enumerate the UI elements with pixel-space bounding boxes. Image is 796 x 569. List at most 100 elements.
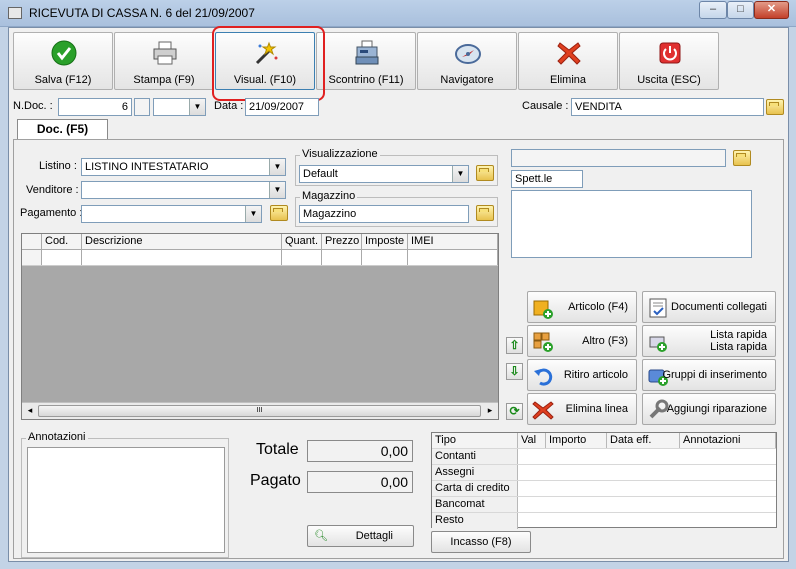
payments-table[interactable]: Tipo Val Importo Data eff. Annotazioni C… bbox=[431, 432, 777, 529]
payments-header: Tipo Val Importo Data eff. Annotazioni bbox=[432, 433, 776, 449]
pagamento-folder-icon[interactable] bbox=[270, 205, 288, 221]
delete-label: Elimina bbox=[549, 74, 587, 86]
table-row[interactable]: Contanti bbox=[432, 449, 776, 465]
listino-label: Listino : bbox=[39, 160, 77, 172]
articolo-button[interactable]: Articolo (F4) bbox=[527, 291, 637, 323]
lista-rapida-button[interactable]: Lista rapida Lista rapida bbox=[642, 325, 776, 357]
navigator-button[interactable]: Navigatore bbox=[417, 32, 517, 90]
delete-x-icon bbox=[532, 401, 554, 420]
customer-field[interactable] bbox=[511, 149, 726, 167]
scroll-right-icon[interactable]: ▸ bbox=[483, 405, 497, 416]
pagamento-label: Pagamento : bbox=[20, 207, 83, 219]
exit-label: Uscita (ESC) bbox=[637, 74, 701, 86]
col-annotazioni[interactable]: Annotazioni bbox=[680, 433, 776, 448]
table-row[interactable]: Assegni bbox=[432, 465, 776, 481]
elimina-linea-label: Elimina linea bbox=[565, 403, 628, 415]
magazzino-field[interactable]: Magazzino bbox=[299, 205, 469, 223]
maximize-button[interactable]: □ bbox=[727, 1, 754, 19]
grid-hscrollbar[interactable]: ◂ III ▸ bbox=[22, 402, 498, 419]
col-imposte[interactable]: Imposte bbox=[362, 234, 408, 249]
table-row[interactable]: Resto bbox=[432, 513, 776, 529]
visualizzazione-value: Default bbox=[303, 168, 338, 180]
table-row[interactable]: Bancomat bbox=[432, 497, 776, 513]
table-row[interactable] bbox=[22, 250, 498, 266]
documenti-collegati-button[interactable]: Documenti collegati bbox=[642, 291, 776, 323]
grid-header: Cod. Descrizione Quant. Prezzo Imposte I… bbox=[22, 234, 498, 250]
exit-button[interactable]: Uscita (ESC) bbox=[619, 32, 719, 90]
receipt-button[interactable]: Scontrino (F11) bbox=[316, 32, 416, 90]
causale-folder-icon[interactable] bbox=[766, 99, 784, 115]
ndoc-series-combo[interactable]: ▼ bbox=[153, 98, 206, 116]
lista-rapida-line1: Lista rapida bbox=[710, 329, 767, 341]
listino-combo[interactable]: LISTINO INTESTATARIO ▼ bbox=[81, 158, 286, 176]
window-title: RICEVUTA DI CASSA N. 6 del 21/09/2007 bbox=[29, 6, 255, 20]
zoom-icon: 🔍︎ bbox=[314, 530, 328, 542]
scroll-left-icon[interactable]: ◂ bbox=[23, 405, 37, 416]
move-down-icon[interactable]: ⇩ bbox=[506, 363, 523, 380]
document-check-icon bbox=[649, 298, 667, 318]
save-button[interactable]: Salva (F12) bbox=[13, 32, 113, 90]
highlight-annotation bbox=[212, 26, 325, 101]
col-descrizione[interactable]: Descrizione bbox=[82, 234, 282, 249]
col-quant[interactable]: Quant. bbox=[282, 234, 322, 249]
aggiungi-riparazione-button[interactable]: Aggiungi riparazione bbox=[642, 393, 776, 425]
items-grid[interactable]: Cod. Descrizione Quant. Prezzo Imposte I… bbox=[21, 233, 499, 420]
col-cod[interactable]: Cod. bbox=[42, 234, 82, 249]
ndoc-suffix-button[interactable] bbox=[134, 98, 150, 116]
lista-rapida-line2: Lista rapida bbox=[710, 341, 767, 353]
title-bar: RICEVUTA DI CASSA N. 6 del 21/09/2007 – … bbox=[0, 0, 796, 27]
col-imei[interactable]: IMEI bbox=[408, 234, 498, 249]
customer-folder-icon[interactable] bbox=[733, 150, 751, 166]
date-label: Data : bbox=[214, 100, 244, 112]
ndoc-field[interactable]: 6 bbox=[58, 98, 132, 116]
tab-doc[interactable]: Doc. (F5) bbox=[17, 119, 108, 140]
lista-rapida-label: Lista rapida Lista rapida bbox=[710, 329, 767, 353]
magazzino-label: Magazzino bbox=[300, 190, 358, 202]
col-prezzo[interactable]: Prezzo bbox=[322, 234, 362, 249]
ritiro-articolo-button[interactable]: Ritiro articolo bbox=[527, 359, 637, 391]
magazzino-folder-icon[interactable] bbox=[476, 205, 494, 221]
print-button[interactable]: Stampa (F9) bbox=[114, 32, 214, 90]
col-data-eff[interactable]: Data eff. bbox=[607, 433, 680, 448]
chevron-down-icon[interactable]: ▼ bbox=[189, 99, 205, 115]
visualizzazione-label: Visualizzazione bbox=[300, 148, 380, 160]
col-importo[interactable]: Importo bbox=[546, 433, 607, 448]
chevron-down-icon[interactable]: ▼ bbox=[245, 206, 261, 222]
refresh-icon[interactable]: ⟳ bbox=[506, 403, 523, 420]
visualizzazione-combo[interactable]: Default ▼ bbox=[299, 165, 469, 183]
print-label: Stampa (F9) bbox=[133, 74, 195, 86]
table-row[interactable]: Carta di credito bbox=[432, 481, 776, 497]
move-up-icon[interactable]: ⇧ bbox=[506, 337, 523, 354]
close-button[interactable]: ✕ bbox=[754, 1, 789, 19]
chevron-down-icon[interactable]: ▼ bbox=[269, 159, 285, 175]
visualizzazione-folder-icon[interactable] bbox=[476, 165, 494, 181]
chevron-down-icon[interactable]: ▼ bbox=[452, 166, 468, 182]
delete-x-icon bbox=[557, 42, 581, 65]
dettagli-button[interactable]: 🔍︎ Dettagli bbox=[307, 525, 414, 547]
delete-button[interactable]: Elimina bbox=[518, 32, 618, 90]
col-val[interactable]: Val bbox=[518, 433, 546, 448]
box-add-icon bbox=[533, 300, 553, 319]
venditore-label: Venditore : bbox=[26, 184, 79, 196]
chevron-down-icon[interactable]: ▼ bbox=[269, 182, 285, 198]
grid-add-icon bbox=[533, 332, 553, 352]
pagato-label: Pagato bbox=[250, 472, 301, 489]
totale-label: Totale bbox=[256, 441, 299, 458]
ritiro-label: Ritiro articolo bbox=[563, 369, 628, 381]
incasso-button[interactable]: Incasso (F8) bbox=[431, 531, 531, 553]
annotazioni-textarea[interactable] bbox=[27, 447, 225, 553]
causale-field[interactable]: VENDITA bbox=[571, 98, 764, 116]
altro-button[interactable]: Altro (F3) bbox=[527, 325, 637, 357]
col-tipo[interactable]: Tipo bbox=[432, 433, 518, 448]
gruppi-label: Gruppi di inserimento bbox=[662, 369, 767, 381]
customer-address-box[interactable] bbox=[511, 190, 752, 258]
venditore-combo[interactable]: ▼ bbox=[81, 181, 286, 199]
elimina-linea-button[interactable]: Elimina linea bbox=[527, 393, 637, 425]
date-field[interactable]: 21/09/2007 bbox=[245, 98, 319, 116]
pagamento-combo[interactable]: ▼ bbox=[81, 205, 262, 223]
spett-field[interactable]: Spett.le bbox=[511, 170, 583, 188]
minimize-button[interactable]: – bbox=[699, 1, 727, 19]
gruppi-inserimento-button[interactable]: Gruppi di inserimento bbox=[642, 359, 776, 391]
scroll-thumb[interactable]: III bbox=[38, 405, 481, 417]
dettagli-label: Dettagli bbox=[355, 530, 393, 542]
